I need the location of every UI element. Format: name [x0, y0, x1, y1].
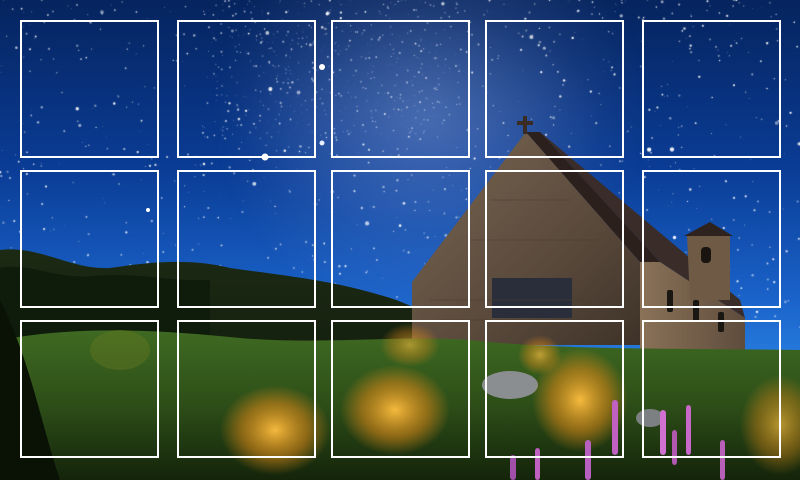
grid-tile-r3-c5[interactable]: [642, 320, 781, 458]
grid-tile-r2-c3[interactable]: [331, 170, 470, 308]
grid-tile-r1-c2[interactable]: [177, 20, 316, 158]
grid-tile-r2-c5[interactable]: [642, 170, 781, 308]
grid-tile-r2-c4[interactable]: [485, 170, 624, 308]
grid-tile-r3-c1[interactable]: [20, 320, 159, 458]
grid-tile-r3-c3[interactable]: [331, 320, 470, 458]
grid-tile-r2-c1[interactable]: [20, 170, 159, 308]
grid-tile-r3-c4[interactable]: [485, 320, 624, 458]
tile-grid: [0, 0, 800, 480]
grid-tile-r2-c2[interactable]: [177, 170, 316, 308]
grid-tile-r1-c4[interactable]: [485, 20, 624, 158]
grid-tile-r1-c3[interactable]: [331, 20, 470, 158]
grid-tile-r1-c1[interactable]: [20, 20, 159, 158]
grid-tile-r1-c5[interactable]: [642, 20, 781, 158]
night-sky-church-photo: [0, 0, 800, 480]
grid-tile-r3-c2[interactable]: [177, 320, 316, 458]
